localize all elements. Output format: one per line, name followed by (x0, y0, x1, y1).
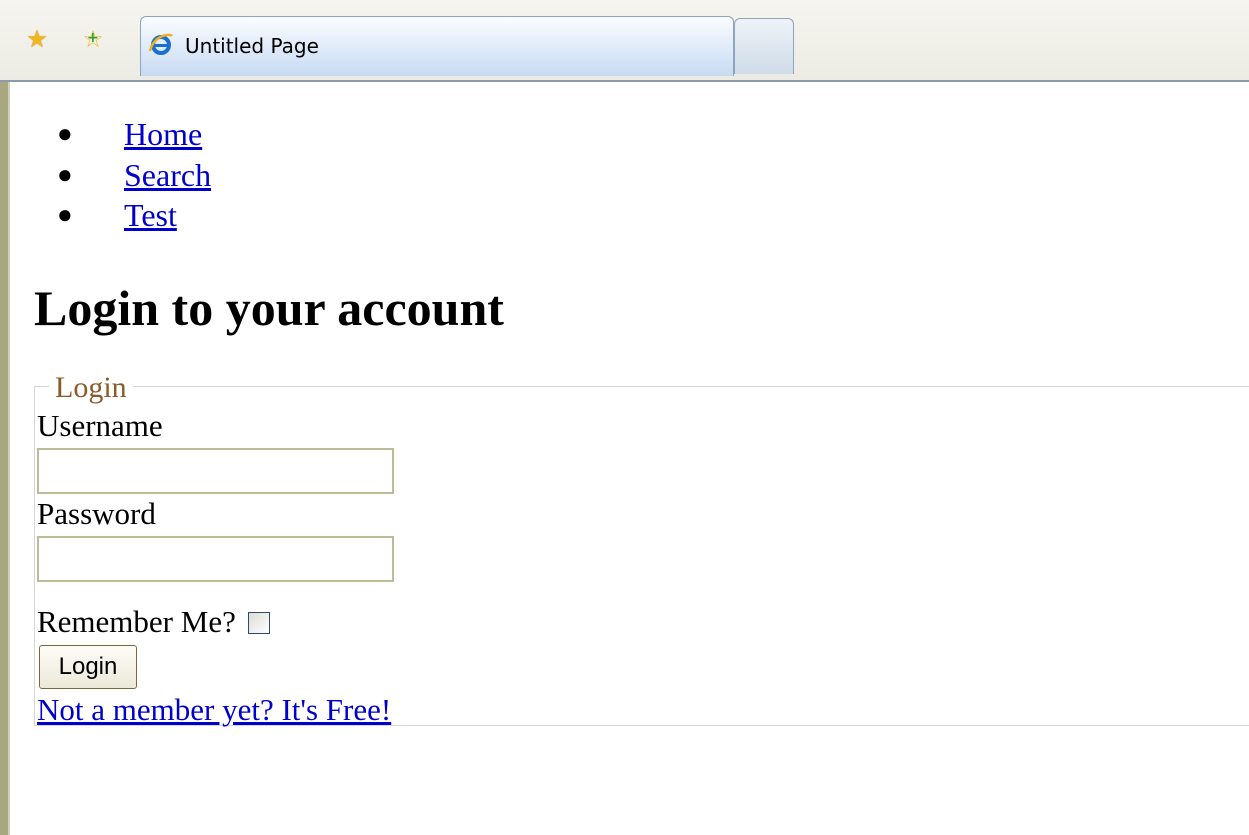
browser-toolbar: ★ ☆ + Untitled Page (0, 0, 1249, 82)
nav-link-home[interactable]: Home (124, 116, 202, 152)
favorites-star-icon[interactable]: ★ (24, 26, 50, 52)
username-label: Username (37, 408, 163, 443)
signup-link[interactable]: Not a member yet? It's Free! (37, 693, 391, 727)
add-favorite-icon[interactable]: ☆ + (80, 26, 106, 52)
ie-page-icon (148, 33, 174, 55)
nav-link-search[interactable]: Search (124, 157, 211, 193)
bullet: ● (57, 119, 73, 148)
nav-link-test[interactable]: Test (124, 197, 177, 233)
nav-menu: ● Home ● Search ● Test (57, 114, 211, 236)
bullet: ● (57, 159, 73, 189)
username-input[interactable] (37, 448, 394, 494)
page-title: Login to your account (34, 280, 504, 336)
window-left-border (0, 82, 10, 835)
login-legend: Login (49, 373, 133, 403)
password-label: Password (37, 496, 156, 531)
nav-item-home: ● Home (57, 114, 211, 155)
nav-item-search: ● Search (57, 155, 211, 196)
remember-me-checkbox[interactable] (247, 611, 270, 634)
login-button[interactable]: Login (39, 645, 137, 689)
remember-me-row: Remember Me? (37, 605, 270, 639)
remember-me-label: Remember Me? (37, 604, 236, 639)
page-content: ● Home ● Search ● Test Login to your acc… (10, 82, 1249, 835)
new-tab-button[interactable] (734, 18, 794, 74)
login-fieldset: Login Username Password Remember Me? Log… (34, 373, 1249, 727)
nav-item-test: ● Test (57, 195, 211, 236)
password-input[interactable] (37, 536, 394, 582)
tab-untitled-page[interactable]: Untitled Page (140, 16, 734, 76)
bullet: ● (57, 200, 73, 229)
tab-title: Untitled Page (185, 34, 319, 58)
